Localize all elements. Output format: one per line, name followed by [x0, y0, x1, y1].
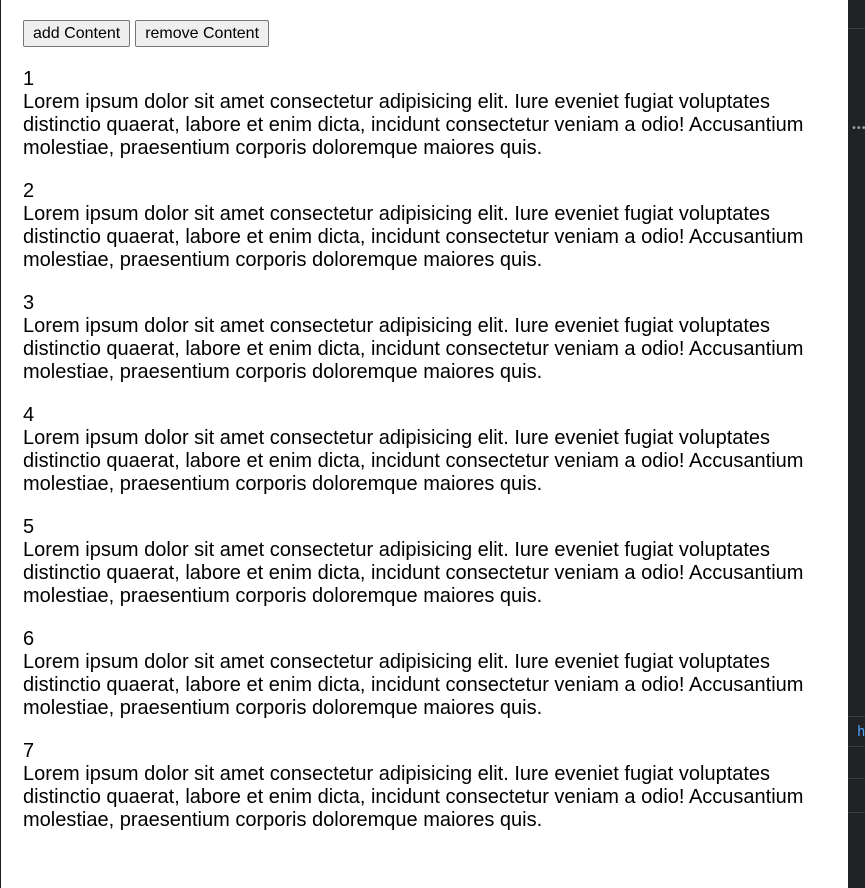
drag-handle-icon[interactable]: ••• — [851, 124, 865, 134]
item-text: Lorem ipsum dolor sit amet consectetur a… — [23, 91, 804, 159]
devtools-code-glyph: h — [857, 724, 865, 740]
toolbar: add Content remove Content — [23, 20, 270, 47]
item-number: 7 — [23, 740, 35, 762]
list-item: 2 Lorem ipsum dolor sit amet consectetur… — [23, 180, 829, 292]
item-text: Lorem ipsum dolor sit amet consectetur a… — [23, 315, 804, 383]
content-list: 1 Lorem ipsum dolor sit amet consectetur… — [23, 68, 829, 852]
item-number: 3 — [23, 292, 35, 314]
devtools-divider — [848, 812, 865, 813]
devtools-divider — [848, 28, 865, 29]
list-item: 1 Lorem ipsum dolor sit amet consectetur… — [23, 68, 829, 180]
item-text: Lorem ipsum dolor sit amet consectetur a… — [23, 763, 804, 831]
devtools-divider — [848, 746, 865, 747]
devtools-divider — [848, 716, 865, 717]
item-text: Lorem ipsum dolor sit amet consectetur a… — [23, 203, 804, 271]
remove-content-button[interactable]: remove Content — [135, 20, 270, 47]
item-number: 5 — [23, 516, 35, 538]
item-text: Lorem ipsum dolor sit amet consectetur a… — [23, 539, 804, 607]
item-number: 1 — [23, 68, 35, 90]
item-number: 4 — [23, 404, 35, 426]
list-item: 5 Lorem ipsum dolor sit amet consectetur… — [23, 516, 829, 628]
devtools-divider — [848, 778, 865, 779]
list-item: 6 Lorem ipsum dolor sit amet consectetur… — [23, 628, 829, 740]
list-item: 7 Lorem ipsum dolor sit amet consectetur… — [23, 740, 829, 852]
item-text: Lorem ipsum dolor sit amet consectetur a… — [23, 651, 804, 719]
list-item: 4 Lorem ipsum dolor sit amet consectetur… — [23, 404, 829, 516]
page-viewport: add Content remove Content 1 Lorem ipsum… — [0, 0, 848, 888]
item-number: 2 — [23, 180, 35, 202]
list-item: 3 Lorem ipsum dolor sit amet consectetur… — [23, 292, 829, 404]
add-content-button[interactable]: add Content — [23, 20, 131, 47]
item-text: Lorem ipsum dolor sit amet consectetur a… — [23, 427, 804, 495]
item-number: 6 — [23, 628, 35, 650]
